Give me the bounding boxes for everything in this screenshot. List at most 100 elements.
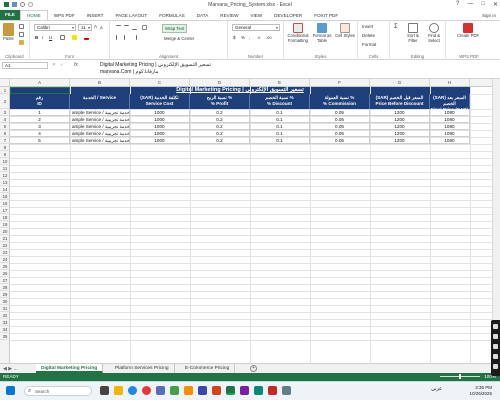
column-header-g[interactable]: G [370,79,430,87]
chrome-icon[interactable] [142,386,151,395]
font-color-icon[interactable] [84,35,89,40]
align-top-icon[interactable] [116,25,121,30]
row-header[interactable]: 7 [0,137,10,144]
sheet-title-cell[interactable]: Digital Marketing Pricing | تسعير التسوي… [10,87,470,94]
data-cell[interactable]: 0.2 [190,116,250,123]
row-header[interactable]: 28 [0,284,10,291]
row-header[interactable]: 19 [0,221,10,228]
sort-filter-button[interactable]: Sort & Filter [404,23,422,43]
edge-icon[interactable] [128,386,137,395]
enter-icon[interactable]: ✓ [60,62,64,68]
data-cell[interactable]: 4 [10,130,70,137]
tab-formulas[interactable]: FORMULAS [153,13,191,18]
task-view-icon[interactable] [100,386,109,395]
shrink-font-icon[interactable]: A [100,25,103,30]
row-header[interactable]: 26 [0,270,10,277]
app-icon[interactable] [184,386,193,395]
row-header[interactable]: 6 [0,130,10,137]
tab-wps-pdf[interactable]: WPS PDF [48,13,81,18]
excel-taskbar-icon[interactable] [226,386,235,395]
insert-function-button[interactable]: fx [74,62,78,68]
help-button[interactable]: ? [456,1,459,8]
data-cell[interactable]: 0.05 [310,130,370,137]
row-header[interactable]: 17 [0,207,10,214]
edit-icon[interactable] [493,354,498,359]
row-header[interactable]: 29 [0,291,10,298]
grow-font-icon[interactable]: A [94,24,97,29]
close-button[interactable]: ✕ [493,1,498,8]
align-left-icon[interactable] [116,35,121,40]
row-header[interactable]: 14 [0,186,10,193]
column-header-e[interactable]: E [250,79,310,87]
align-middle-icon[interactable] [124,25,129,30]
taskbar-clock[interactable]: 3:36 PM 10/26/2025 [469,385,492,397]
copy-icon[interactable] [19,32,24,37]
header-cell[interactable]: (SAR) السعر بعد الخصم Final Price (SAR) [430,94,470,112]
row-header[interactable]: 24 [0,256,10,263]
insert-cells-button[interactable]: Insert [362,24,373,29]
file-explorer-icon[interactable] [114,386,123,395]
data-cell[interactable]: 1000 [130,137,190,144]
data-cell[interactable]: 1200 [370,123,430,130]
font-name-select[interactable]: Calibri [34,24,76,31]
borders-icon[interactable] [60,35,65,40]
row-header[interactable]: 2 [0,94,10,109]
row-header[interactable]: 35 [0,333,10,340]
column-header-f[interactable]: F [310,79,370,87]
column-header-h[interactable]: H [430,79,470,87]
data-cell[interactable]: 3 [10,123,70,130]
name-box[interactable]: A1 [2,62,48,69]
minimize-button[interactable]: — [467,1,473,8]
sign-in-link[interactable]: Sign in [482,13,500,18]
bold-button[interactable]: B [35,35,38,40]
data-cell[interactable]: 1080 [430,137,470,144]
taskbar-search[interactable]: Search [24,386,92,396]
whatsapp-icon[interactable] [170,386,179,395]
align-center-icon[interactable] [124,35,129,40]
header-cell[interactable]: نسبة الخصم %% Discount [250,94,310,109]
autosum-button[interactable]: Σ [394,24,398,30]
data-cell[interactable]: ample Service / خدمة تجريبية [70,130,130,137]
column-header-a[interactable]: A [10,79,70,87]
row-header[interactable]: 5 [0,123,10,130]
data-cell[interactable]: 1200 [370,137,430,144]
data-cell[interactable]: 0.2 [190,123,250,130]
tab-foxit-pdf[interactable]: FOXIT PDF [308,13,344,18]
cell-area[interactable]: Digital Marketing Pricing | تسعير التسوي… [10,87,500,363]
header-cell[interactable]: (SAR) السعر قبل الخصم Price Before Discou… [370,94,430,109]
data-cell[interactable]: 0.1 [250,137,310,144]
data-cell[interactable]: 1080 [430,123,470,130]
data-cell[interactable]: 0.1 [250,130,310,137]
cancel-icon[interactable]: ✕ [52,62,56,68]
row-header[interactable]: 18 [0,214,10,221]
input-language[interactable]: عربي [431,387,442,392]
font-size-select[interactable]: 11 [78,24,92,31]
format-painter-icon[interactable] [19,40,24,45]
data-cell[interactable]: 2 [10,116,70,123]
row-header[interactable]: 20 [0,228,10,235]
photos-icon[interactable] [254,386,263,395]
zoom-slider[interactable] [440,374,480,379]
data-cell[interactable]: 0.2 [190,137,250,144]
maximize-button[interactable]: □ [481,1,485,8]
data-cell[interactable]: 1000 [130,116,190,123]
data-cell[interactable]: 0.05 [310,116,370,123]
add-sheet-button[interactable]: + [250,365,257,372]
toolbar-settings-icon[interactable] [493,364,498,369]
data-cell[interactable]: 0.05 [310,123,370,130]
teams-icon[interactable] [156,386,165,395]
tab-home[interactable]: HOME [19,10,48,20]
data-cell[interactable]: 0.1 [250,109,310,116]
row-header[interactable]: 31 [0,305,10,312]
format-cells-button[interactable]: Format [362,42,376,47]
header-cell[interactable]: نسبة الربح %% Profit [190,94,250,109]
data-cell[interactable]: 0.2 [190,130,250,137]
currency-button[interactable]: $ [233,35,236,40]
fill-color-icon[interactable] [72,35,77,40]
row-header[interactable]: 11 [0,165,10,172]
percent-button[interactable]: % [241,35,245,40]
align-right-icon[interactable] [132,35,137,40]
row-header[interactable]: 22 [0,242,10,249]
cut-icon[interactable] [19,24,24,29]
sheet-nav-arrows[interactable]: ◀ ▶ ... [3,366,18,372]
